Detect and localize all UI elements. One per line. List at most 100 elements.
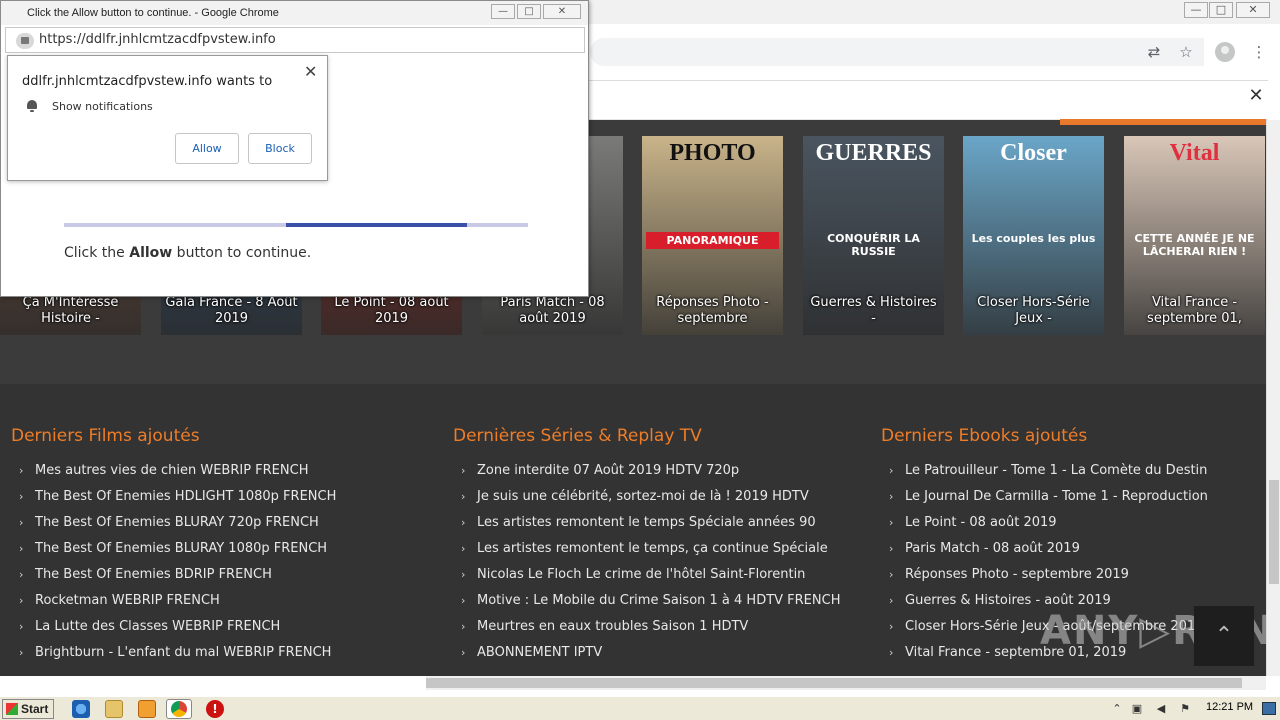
block-button[interactable]: Block (248, 133, 312, 164)
permission-close-icon[interactable]: ✕ (304, 62, 317, 81)
list-item-link[interactable]: Paris Match - 08 août 2019 (905, 541, 1080, 556)
popup-maximize-button[interactable]: □ (517, 4, 541, 19)
list-item-link[interactable]: Le Patrouilleur - Tome 1 - La Comète du … (905, 463, 1207, 478)
list-item-link[interactable]: Les artistes remontent le temps, ça cont… (477, 541, 828, 556)
list-item[interactable]: › Le Patrouilleur - Tome 1 - La Comète du… (881, 460, 1208, 486)
list-item[interactable]: › Le Journal De Carmilla - Tome 1 - Repro… (881, 486, 1208, 512)
cover-title[interactable]: Paris Match - 08 août 2019 (482, 295, 623, 335)
minimize-button[interactable]: — (1184, 2, 1208, 18)
list-item[interactable]: › Motive : Le Mobile du Crime Saison 1 à … (453, 590, 840, 616)
tray-expand-icon[interactable]: ⌃ (1110, 702, 1124, 715)
magazine-cover[interactable]: Closer Les couples les plus Closer Hors-Sé… (963, 136, 1104, 335)
chevron-right-icon: › (19, 490, 24, 503)
list-item-link[interactable]: Nicolas Le Floch Le crime de l'hôtel Sai… (477, 567, 805, 582)
list-item[interactable]: › The Best Of Enemies BLURAY 720p FRENCH (11, 512, 336, 538)
vertical-scroll-thumb[interactable] (1269, 480, 1279, 584)
maximize-button[interactable]: □ (1209, 2, 1233, 18)
back-to-top-button[interactable]: ⌃ (1194, 606, 1254, 666)
list-item-link[interactable]: The Best Of Enemies BLURAY 720p FRENCH (35, 515, 319, 530)
list-item-link[interactable]: Zone interdite 07 Août 2019 HDTV 720p (477, 463, 739, 478)
list-item-link[interactable]: Guerres & Histoires - août 2019 (905, 593, 1111, 608)
media-player-icon[interactable] (138, 700, 156, 718)
list-item[interactable]: › ABONNEMENT IPTV (453, 642, 840, 668)
chevron-right-icon: › (461, 542, 466, 555)
cover-title[interactable]: Le Point - 08 août 2019 (321, 295, 462, 335)
films-list: › Mes autres vies de chien WEBRIP FRENCH ›… (11, 460, 336, 668)
chevron-right-icon: › (461, 594, 466, 607)
list-item[interactable]: › Zone interdite 07 Août 2019 HDTV 720p (453, 460, 840, 486)
horizontal-scrollbar[interactable] (426, 676, 1266, 690)
horizontal-scroll-thumb[interactable] (426, 678, 1242, 688)
magazine-cover[interactable]: GUERRES CONQUÉRIR LA RUSSIE Guerres & Hist… (803, 136, 944, 335)
list-item[interactable]: › Les artistes remontent le temps, ça con… (453, 538, 840, 564)
list-item[interactable]: › The Best Of Enemies BDRIP FRENCH (11, 564, 336, 590)
list-item-link[interactable]: Les artistes remontent le temps Spéciale… (477, 515, 816, 530)
list-item-link[interactable]: Le Journal De Carmilla - Tome 1 - Reprod… (905, 489, 1208, 504)
translate-icon[interactable]: ⇄ (1144, 42, 1164, 62)
list-item-link[interactable]: Rocketman WEBRIP FRENCH (35, 593, 220, 608)
address-bar[interactable] (590, 38, 1204, 66)
start-button[interactable]: Start (2, 699, 54, 719)
chrome-icon (171, 701, 187, 717)
popup-message: Click the Allow button to continue. (64, 245, 311, 261)
list-item-link[interactable]: The Best Of Enemies HDLIGHT 1080p FRENCH (35, 489, 336, 504)
flag-icon[interactable]: ⚑ (1178, 702, 1192, 715)
list-item[interactable]: › Réponses Photo - septembre 2019 (881, 564, 1208, 590)
cover-title[interactable]: Closer Hors-Série Jeux - (963, 295, 1104, 335)
magazine-cover[interactable]: PHOTO PANORAMIQUE Réponses Photo - septemb… (642, 136, 783, 335)
list-item-link[interactable]: Brightburn - L'enfant du mal WEBRIP FREN… (35, 645, 331, 660)
orange-accent-strip (1060, 119, 1266, 125)
magazine-cover[interactable]: Vital CETTE ANNÉE JE NE LÂCHERAI RIEN ! Vi… (1124, 136, 1265, 335)
close-window-button[interactable]: ✕ (1236, 2, 1270, 18)
account-icon[interactable] (1215, 42, 1235, 62)
menu-icon[interactable]: ⋮ (1249, 42, 1269, 62)
cover-masthead: Vital (1169, 140, 1220, 166)
list-item-link[interactable]: Le Point - 08 août 2019 (905, 515, 1057, 530)
popup-minimize-button[interactable]: — (491, 4, 515, 19)
list-item[interactable]: › The Best Of Enemies BLURAY 1080p FRENCH (11, 538, 336, 564)
list-item[interactable]: › Meurtres en eaux troubles Saison 1 HDTV (453, 616, 840, 642)
network-icon[interactable]: ▣ (1130, 702, 1144, 715)
cover-title[interactable]: Gala France - 8 Août 2019 (161, 295, 302, 335)
list-item-link[interactable]: Mes autres vies de chien WEBRIP FRENCH (35, 463, 308, 478)
list-item[interactable]: › La Lutte des Classes WEBRIP FRENCH (11, 616, 336, 642)
chevron-right-icon: › (461, 620, 466, 633)
cover-title[interactable]: Ça M'Intéresse Histoire - (0, 295, 141, 335)
cover-title[interactable]: Vital France - septembre 01, (1124, 295, 1265, 335)
folder-icon[interactable] (105, 700, 123, 718)
chevron-right-icon: › (19, 594, 24, 607)
cover-title[interactable]: Réponses Photo - septembre (642, 295, 783, 335)
warning-icon[interactable]: ! (206, 700, 224, 718)
list-item[interactable]: › Rocketman WEBRIP FRENCH (11, 590, 336, 616)
ie-icon[interactable] (72, 700, 90, 718)
list-item-link[interactable]: Motive : Le Mobile du Crime Saison 1 à 4… (477, 593, 840, 608)
message-bold: Allow (129, 245, 173, 261)
allow-button[interactable]: Allow (175, 133, 239, 164)
list-item[interactable]: › Je suis une célébrité, sortez-moi de là… (453, 486, 840, 512)
list-item-link[interactable]: Réponses Photo - septembre 2019 (905, 567, 1129, 582)
show-desktop-icon[interactable] (1262, 702, 1276, 715)
list-item-link[interactable]: La Lutte des Classes WEBRIP FRENCH (35, 619, 280, 634)
list-item[interactable]: › Brightburn - L'enfant du mal WEBRIP FRE… (11, 642, 336, 668)
list-item-link[interactable]: Meurtres en eaux troubles Saison 1 HDTV (477, 619, 748, 634)
list-item[interactable]: › The Best Of Enemies HDLIGHT 1080p FRENC… (11, 486, 336, 512)
list-item[interactable]: › Paris Match - 08 août 2019 (881, 538, 1208, 564)
list-item-link[interactable]: Je suis une célébrité, sortez-moi de là … (477, 489, 809, 504)
volume-icon[interactable]: ◀ (1154, 702, 1168, 715)
infobar-close-icon[interactable]: ✕ (1248, 86, 1264, 106)
list-item[interactable]: › Nicolas Le Floch Le crime de l'hôtel Sa… (453, 564, 840, 590)
list-item-link[interactable]: The Best Of Enemies BLURAY 1080p FRENCH (35, 541, 327, 556)
popup-address-bar[interactable]: https://ddlfr.jnhlcmtzacdfpvstew.info (5, 27, 585, 53)
list-item[interactable]: › Le Point - 08 août 2019 (881, 512, 1208, 538)
star-icon[interactable]: ☆ (1176, 42, 1196, 62)
cover-title[interactable]: Guerres & Histoires - (803, 295, 944, 335)
chrome-taskbar-button[interactable] (166, 699, 192, 719)
list-item-link[interactable]: ABONNEMENT IPTV (477, 645, 602, 660)
list-item[interactable]: › Mes autres vies de chien WEBRIP FRENCH (11, 460, 336, 486)
list-item[interactable]: › Les artistes remontent le temps Spécial… (453, 512, 840, 538)
cover-headline: PANORAMIQUE (646, 232, 779, 249)
popup-close-button[interactable]: ✕ (543, 4, 581, 19)
list-item-link[interactable]: The Best Of Enemies BDRIP FRENCH (35, 567, 272, 582)
vertical-scrollbar[interactable] (1266, 120, 1280, 676)
popup-window: Click the Allow button to continue. - Go… (0, 0, 589, 297)
